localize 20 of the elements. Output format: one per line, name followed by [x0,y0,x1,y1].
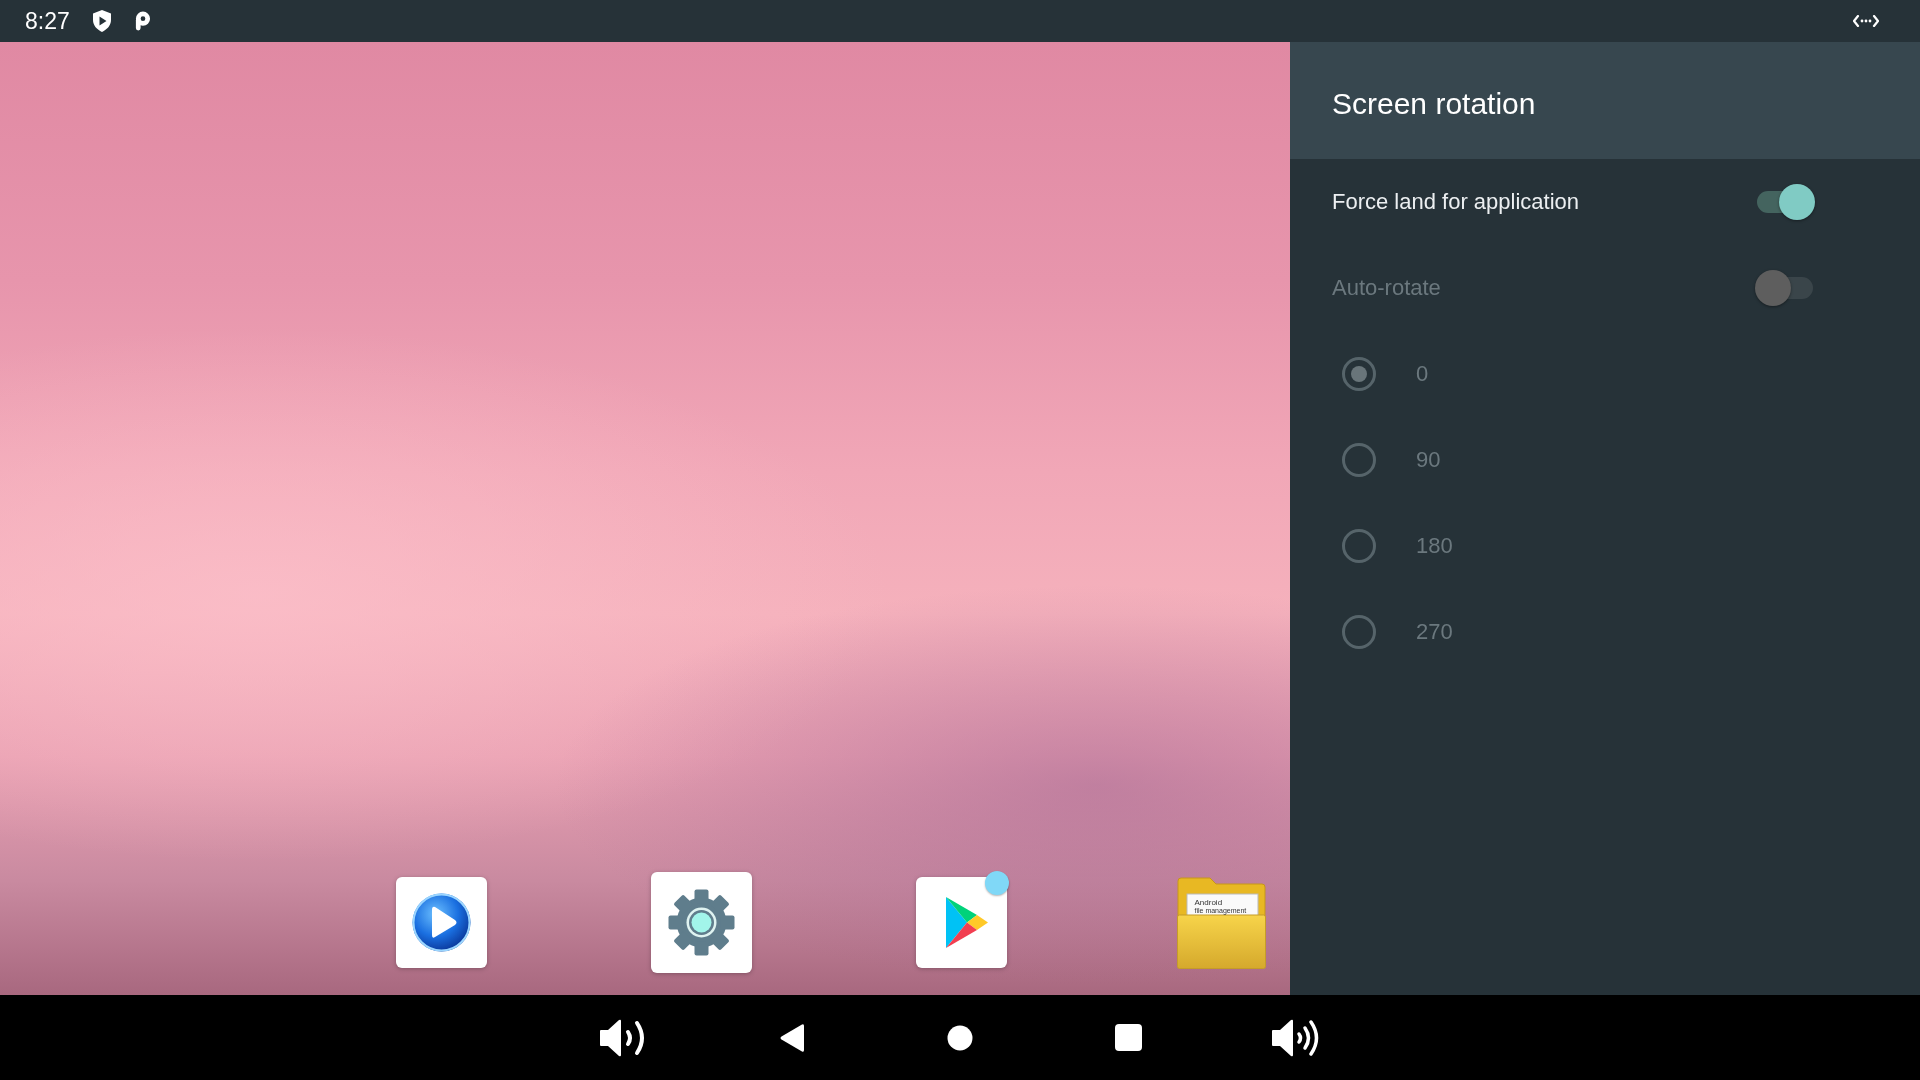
dotted-brackets-icon [1853,15,1879,27]
play-triangle-app-icon[interactable] [915,877,1007,968]
option-label: 270 [1416,619,1453,645]
settings-app-icon[interactable] [650,872,752,973]
toggle-switch[interactable] [1755,184,1815,220]
home-icon[interactable] [947,1024,973,1051]
folder-app-icon[interactable] [1176,876,1266,969]
p-logo-icon [133,11,151,31]
folder-label-text: Android [1194,897,1223,907]
option-label: 180 [1416,533,1453,559]
shield-play-icon [91,10,112,32]
status-time: 8:27 [25,7,70,35]
panel-title: Screen rotation [1332,86,1536,121]
option-label: 0 [1416,361,1429,387]
play-button-app-icon[interactable] [395,877,487,968]
setting-label: Auto-rotate [1332,275,1442,301]
recents-icon[interactable] [1114,1024,1142,1051]
option-label: 90 [1416,447,1441,473]
back-icon[interactable] [779,1022,805,1053]
setting-label: Force land for application [1332,189,1581,215]
